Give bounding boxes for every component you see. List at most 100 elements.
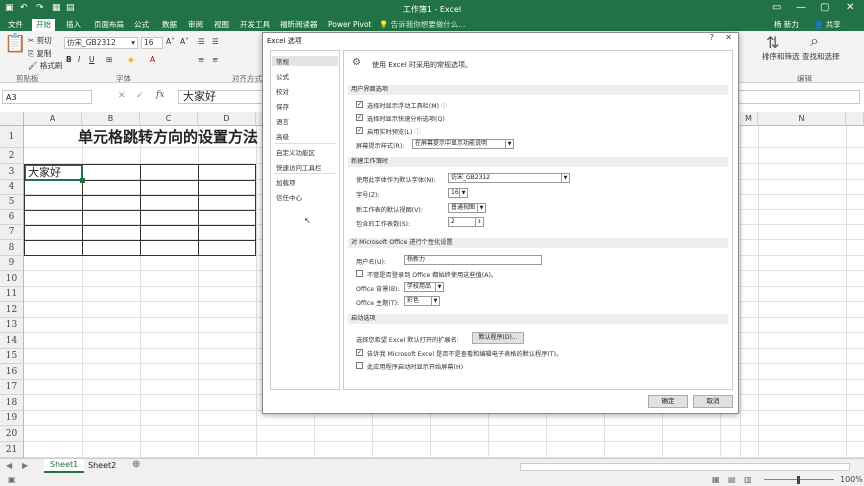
nav-general[interactable]: 常规: [272, 56, 338, 66]
horizontal-scrollbar[interactable]: [520, 463, 850, 471]
ok-button[interactable]: 确定: [648, 395, 688, 408]
align-left-icon[interactable]: ≡: [198, 55, 204, 64]
search-icon[interactable]: ⌕: [810, 31, 819, 51]
cancel-icon[interactable]: ✕: [118, 91, 126, 101]
next-sheet-icon[interactable]: ▶: [22, 461, 28, 470]
office-background-select[interactable]: 学校用品 ▼: [404, 282, 444, 292]
tab-formulas[interactable]: 公式: [130, 19, 153, 31]
sort-filter-icon[interactable]: ⇅: [766, 33, 779, 52]
enter-icon[interactable]: ✓: [136, 91, 144, 101]
nav-language[interactable]: 语言: [276, 116, 289, 126]
macro-record-icon[interactable]: ▣: [8, 475, 16, 484]
row-header-12[interactable]: 12: [0, 302, 24, 318]
nav-proofing[interactable]: 校对: [276, 86, 289, 96]
tab-insert[interactable]: 插入: [62, 19, 85, 31]
dialog-close-icon[interactable]: ✕: [725, 33, 732, 42]
tab-page-layout[interactable]: 页面布局: [90, 19, 128, 31]
paste-icon[interactable]: 📋: [4, 33, 26, 54]
ribbon-options-icon[interactable]: ▭: [772, 2, 781, 13]
row-header-10[interactable]: 10: [0, 271, 24, 287]
help-icon[interactable]: ?: [710, 33, 714, 42]
row-header-21[interactable]: 21: [0, 442, 24, 458]
align-center-icon[interactable]: ≡: [212, 55, 218, 64]
normal-view-icon[interactable]: ▦: [712, 475, 720, 484]
spinner-icon[interactable]: ⇕: [475, 218, 483, 226]
row-header-19[interactable]: 19: [0, 411, 24, 426]
row-header-13[interactable]: 13: [0, 318, 24, 333]
row-header-1[interactable]: 1: [0, 126, 24, 148]
maximize-button[interactable]: ▢: [820, 2, 829, 13]
column-header-n[interactable]: N: [758, 112, 846, 126]
row-header-20[interactable]: 20: [0, 426, 24, 442]
tell-me-box[interactable]: 💡 告诉我你想要做什么...: [375, 19, 469, 31]
column-header-b[interactable]: B: [82, 112, 140, 126]
zoom-level[interactable]: 100%: [840, 475, 863, 484]
nav-quick-access[interactable]: 快速访问工具栏: [276, 162, 322, 172]
mini-toolbar-checkbox[interactable]: ✓: [356, 101, 363, 108]
italic-button[interactable]: I: [78, 55, 80, 64]
start-screen-checkbox[interactable]: [356, 362, 363, 369]
sheet-tab-sheet1[interactable]: Sheet1: [44, 459, 85, 473]
row-header-16[interactable]: 16: [0, 364, 24, 380]
live-preview-checkbox[interactable]: ✓: [356, 127, 363, 134]
username-input[interactable]: 杨新力: [404, 255, 542, 265]
sort-filter-button[interactable]: 排序和筛选: [762, 51, 800, 62]
row-header-2[interactable]: 2: [0, 148, 24, 164]
default-programs-button[interactable]: 默认程序(D)...: [472, 332, 524, 344]
cell-a3[interactable]: 大家好: [24, 164, 83, 181]
nav-customize-ribbon[interactable]: 自定义功能区: [276, 147, 315, 157]
nav-advanced[interactable]: 高级: [276, 131, 289, 141]
nav-addins[interactable]: 加载项: [276, 177, 296, 187]
nav-save[interactable]: 保存: [276, 101, 289, 111]
underline-button[interactable]: U: [89, 55, 95, 64]
column-header-o[interactable]: [846, 112, 864, 126]
page-layout-view-icon[interactable]: ▤: [728, 475, 736, 484]
font-shrink-icon[interactable]: A˅: [180, 37, 189, 46]
default-font-select[interactable]: 仿宋_GB2312 ▼: [448, 173, 570, 183]
tab-review[interactable]: 审阅: [184, 19, 207, 31]
border-icon[interactable]: ⊞: [106, 55, 112, 64]
tab-home[interactable]: 开始: [32, 19, 55, 31]
fill-color-icon[interactable]: ◈: [128, 55, 134, 64]
font-grow-icon[interactable]: A˄: [166, 37, 175, 46]
row-header-8[interactable]: 8: [0, 240, 24, 256]
nav-trust-center[interactable]: 信任中心: [276, 192, 302, 202]
minimize-button[interactable]: —: [796, 2, 806, 13]
bold-button[interactable]: B: [66, 55, 72, 64]
column-header-c[interactable]: C: [140, 112, 198, 126]
fill-handle[interactable]: [80, 178, 85, 183]
align-middle-icon[interactable]: ☰: [212, 37, 219, 46]
close-button[interactable]: ✕: [846, 2, 854, 13]
function-icon[interactable]: fx: [156, 90, 164, 100]
tab-foxit[interactable]: 福昕阅读器: [276, 19, 322, 31]
row-header-6[interactable]: 6: [0, 210, 24, 225]
font-name-select[interactable]: 仿宋_GB2312 ▾: [64, 37, 138, 49]
zoom-slider-thumb[interactable]: [797, 476, 800, 484]
tab-data[interactable]: 数据: [158, 19, 181, 31]
row-header-4[interactable]: 4: [0, 180, 24, 195]
tab-power-pivot[interactable]: Power Pivot: [324, 19, 375, 31]
font-size-select[interactable]: 16: [141, 37, 163, 49]
nav-formulas[interactable]: 公式: [276, 71, 289, 81]
cancel-button[interactable]: 取消: [693, 395, 733, 408]
sheet-count-spinner[interactable]: 2 ⇕: [448, 217, 484, 227]
page-break-view-icon[interactable]: ▥: [744, 475, 752, 484]
cut-button[interactable]: ✂ 剪切: [28, 35, 52, 46]
font-size-select[interactable]: 16 ▼: [448, 188, 468, 198]
share-button[interactable]: 👤 共享: [810, 19, 845, 31]
column-header-a[interactable]: A: [24, 112, 82, 126]
quick-analysis-checkbox[interactable]: ✓: [356, 114, 363, 121]
default-view-select[interactable]: 普通视图 ▼: [448, 203, 486, 213]
align-top-icon[interactable]: ☰: [198, 37, 205, 46]
default-program-check-checkbox[interactable]: ✓: [356, 349, 363, 356]
format-painter-button[interactable]: 🖌 格式刷: [28, 60, 62, 71]
row-header-11[interactable]: 11: [0, 287, 24, 302]
copy-button[interactable]: ⎘ 复制: [28, 48, 51, 59]
find-select-button[interactable]: 查找和选择: [802, 51, 840, 62]
row-header-17[interactable]: 17: [0, 380, 24, 395]
name-box[interactable]: A3: [2, 90, 92, 104]
column-header-d[interactable]: D: [198, 112, 256, 126]
row-header-9[interactable]: 9: [0, 256, 24, 271]
prev-sheet-icon[interactable]: ◀: [6, 461, 12, 470]
row-header-15[interactable]: 15: [0, 349, 24, 364]
